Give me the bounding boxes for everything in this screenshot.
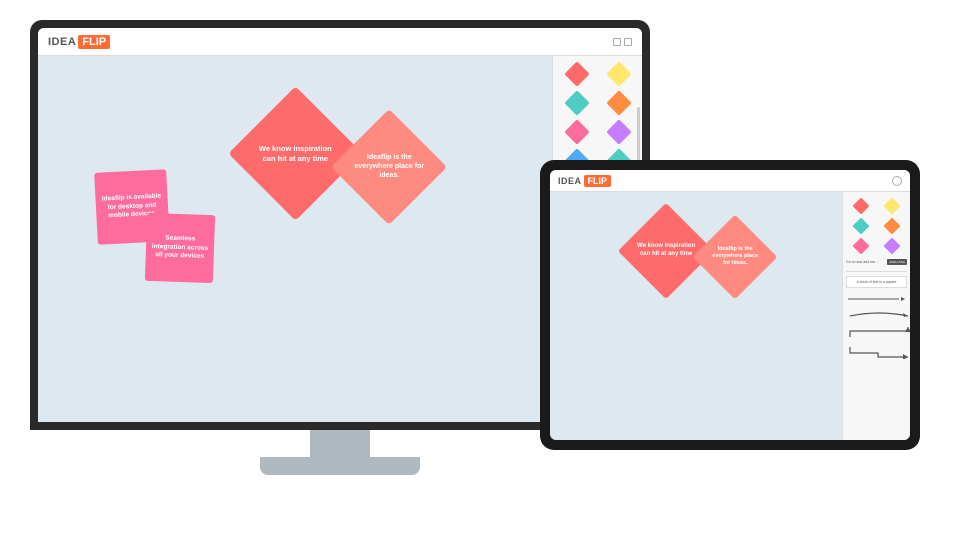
tablet-divider: [846, 271, 907, 272]
panel-note-1[interactable]: [557, 61, 596, 87]
note-1[interactable]: We know inspiration can hit at any time: [248, 106, 343, 201]
monitor-neck: [310, 430, 370, 460]
scene: IDEA FLIP We know inspiration can hit at: [0, 0, 960, 540]
panel-note-3[interactable]: [557, 90, 596, 116]
tablet-panel-note-2[interactable]: [878, 197, 908, 215]
tablet-app-logo: IDEA FLIP: [558, 175, 611, 187]
tablet-step-arrow-2[interactable]: [848, 345, 910, 359]
panel-note-5[interactable]: [557, 119, 596, 145]
tablet-topbar: IDEA FLIP: [550, 170, 910, 192]
tablet-bezel: IDEA FLIP We know inspiration can hit at…: [540, 160, 920, 450]
tablet-search-icon[interactable]: [892, 176, 902, 186]
panel-note-2[interactable]: [599, 61, 638, 87]
panel-notes-grid: [557, 61, 638, 174]
maximize-icon[interactable]: [624, 38, 632, 46]
tablet-panel-note-1[interactable]: [846, 197, 876, 215]
note-2-text: Ideaflip is the everywhere place for ide…: [348, 149, 430, 184]
note-2[interactable]: Ideaflip is the everywhere place for ide…: [348, 126, 430, 208]
logo-flip-text: FLIP: [78, 35, 110, 49]
tablet-screen: IDEA FLIP We know inspiration can hit at…: [550, 170, 910, 440]
tablet-note-2-text: Ideaflip is the everywhere place for ide…: [705, 242, 765, 271]
tablet-note-2[interactable]: Ideaflip is the everywhere place for ide…: [705, 227, 765, 287]
tablet-straight-arrow[interactable]: [848, 296, 905, 302]
logo-idea-text: IDEA: [48, 36, 76, 48]
minimize-icon[interactable]: [613, 38, 621, 46]
monitor-topbar: IDEA FLIP: [38, 28, 642, 56]
tablet-arrow-tools: [846, 296, 907, 364]
tablet-panel-note-4[interactable]: [878, 217, 908, 235]
tablet-panel-note-5[interactable]: [846, 237, 876, 255]
tablet-logo-flip: FLIP: [584, 175, 612, 187]
app-logo: IDEA FLIP: [48, 35, 110, 49]
tablet-logo-idea: IDEA: [558, 176, 582, 186]
tablet-go-on-label: Go on and add me...: [846, 260, 885, 264]
panel-note-6[interactable]: [599, 119, 638, 145]
panel-note-4[interactable]: [599, 90, 638, 116]
tablet-toolbar-icons: [892, 176, 902, 186]
tablet-note-1[interactable]: We know inspiration can hit at any time: [632, 217, 700, 285]
tablet-panel-note-3[interactable]: [846, 217, 876, 235]
tablet-note-1-text: We know inspiration can hit at any time: [632, 239, 700, 263]
note-4-text: Seamless integration across all your dev…: [145, 230, 214, 266]
tablet-panel-grid: [846, 197, 907, 255]
note-1-text: We know inspiration can hit at any time: [248, 140, 343, 168]
tablet-add-tag-button[interactable]: ADD A TAG: [887, 259, 907, 265]
monitor-base: [260, 457, 420, 475]
tablet-panel-note-6[interactable]: [878, 237, 908, 255]
note-4[interactable]: Seamless integration across all your dev…: [146, 214, 214, 282]
tablet-right-panel: Stuff to Add Click on a note to add it t…: [842, 170, 910, 440]
tablet-curved-arrow[interactable]: [848, 308, 910, 318]
tablet-text-block: A block of text is a square: [846, 276, 907, 288]
tablet: IDEA FLIP We know inspiration can hit at…: [540, 160, 920, 450]
tablet-add-tag: Go on and add me... ADD A TAG: [846, 259, 907, 265]
tablet-step-arrow[interactable]: [848, 325, 910, 339]
